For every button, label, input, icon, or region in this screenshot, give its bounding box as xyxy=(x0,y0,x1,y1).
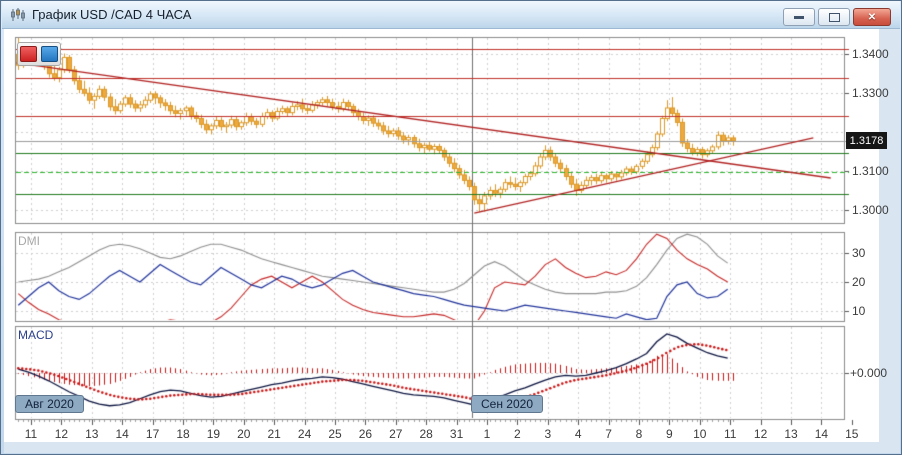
chart-mini-toolbar xyxy=(17,42,61,66)
x-axis-label: 8 xyxy=(636,427,643,441)
month-label-aug: Авг 2020 xyxy=(15,395,84,413)
x-axis-label: 17 xyxy=(146,427,159,441)
x-axis-label: 18 xyxy=(176,427,189,441)
x-axis-label: 12 xyxy=(754,427,767,441)
x-axis-label: 27 xyxy=(389,427,402,441)
macd-panel-label: MACD xyxy=(18,328,53,342)
dmi-axis-label: 20 xyxy=(852,275,865,289)
x-axis-label: 21 xyxy=(268,427,281,441)
x-axis-label: 3 xyxy=(544,427,551,441)
price-chart-canvas[interactable] xyxy=(1,1,902,455)
x-axis-label: 20 xyxy=(237,427,250,441)
dmi-panel-label: DMI xyxy=(18,234,40,248)
x-axis-label: 28 xyxy=(420,427,433,441)
chart-window: График USD /CAD 4 ЧАСА ✕ DMI MACD +0.000… xyxy=(0,0,902,455)
x-axis-label: 24 xyxy=(298,427,311,441)
x-axis-label: 1 xyxy=(484,427,491,441)
price-axis-label: 1.3100 xyxy=(852,164,889,178)
x-axis-label: 19 xyxy=(207,427,220,441)
x-axis-label: 4 xyxy=(575,427,582,441)
x-axis-label: 12 xyxy=(55,427,68,441)
dmi-axis-label: 10 xyxy=(852,304,865,318)
x-axis-label: 31 xyxy=(450,427,463,441)
x-axis-label: 14 xyxy=(116,427,129,441)
x-axis-label: 14 xyxy=(815,427,828,441)
x-axis-label: 11 xyxy=(724,427,736,441)
x-axis-label: 26 xyxy=(359,427,372,441)
x-axis-label: 15 xyxy=(845,427,858,441)
macd-zero-axis-label: +0.000 xyxy=(850,366,887,380)
dmi-axis-label: 30 xyxy=(852,246,865,260)
x-axis-label: 13 xyxy=(784,427,797,441)
x-axis-label: 9 xyxy=(666,427,673,441)
price-axis-label: 1.3300 xyxy=(852,86,889,100)
month-label-sep: Сен 2020 xyxy=(471,395,543,413)
x-axis-label: 11 xyxy=(25,427,37,441)
x-axis-label: 10 xyxy=(693,427,706,441)
toolbar-red-button[interactable] xyxy=(20,46,37,62)
toolbar-blue-button[interactable] xyxy=(41,46,58,62)
x-axis-label: 13 xyxy=(85,427,98,441)
x-axis-label: 7 xyxy=(605,427,612,441)
price-axis-label: 1.3400 xyxy=(852,47,889,61)
x-axis-label: 2 xyxy=(514,427,521,441)
price-axis-label: 1.3000 xyxy=(852,203,889,217)
current-price-badge: 1.3178 xyxy=(846,132,887,149)
x-axis-label: 25 xyxy=(328,427,341,441)
